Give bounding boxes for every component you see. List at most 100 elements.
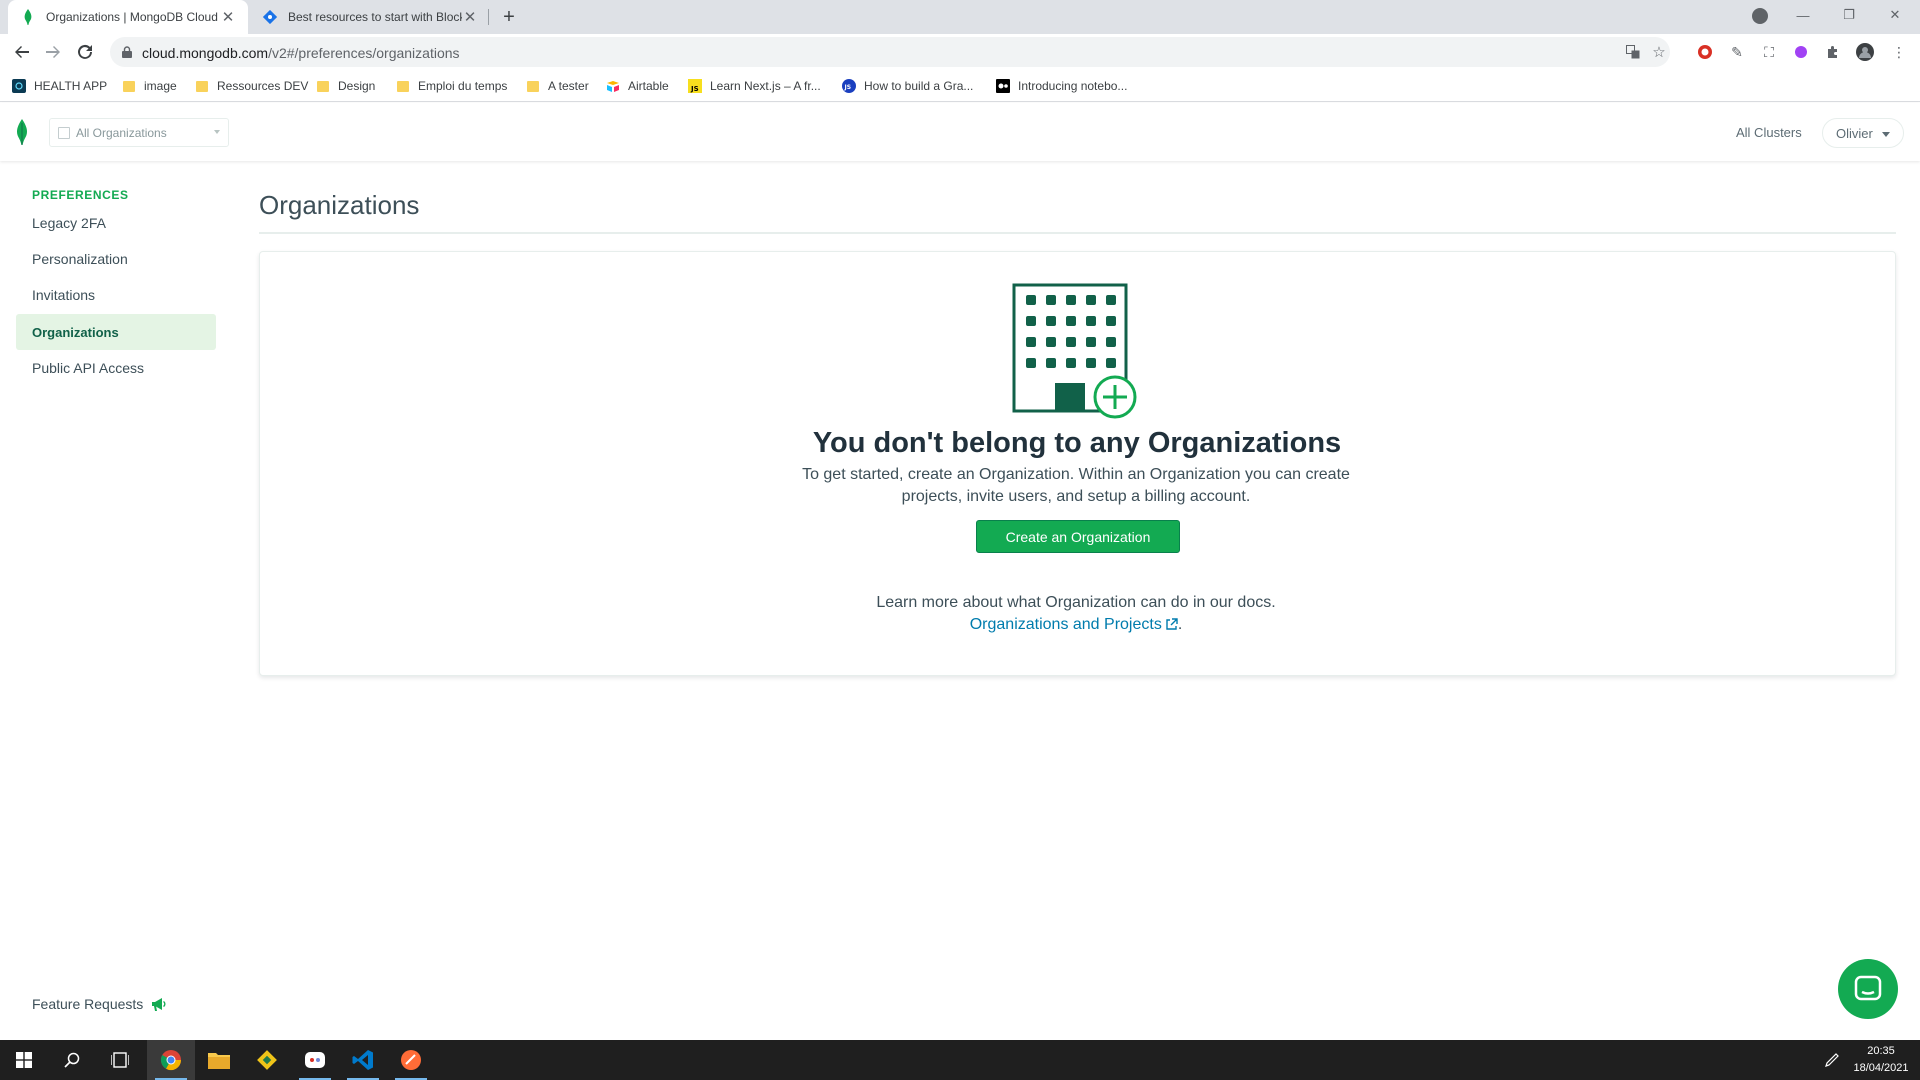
system-clock[interactable]: 20:35 18/04/2021 <box>1848 1043 1914 1077</box>
empty-state-description: To get started, create an Organization. … <box>802 466 1350 505</box>
svg-text:JS: JS <box>690 85 699 93</box>
clock-date: 18/04/2021 <box>1853 1062 1909 1074</box>
file-explorer-icon[interactable] <box>195 1040 243 1080</box>
all-clusters-link[interactable]: All Clusters <box>1736 125 1802 140</box>
organization-selector-label: All Organizations <box>76 125 167 140</box>
back-icon[interactable] <box>10 40 34 64</box>
tab-search-icon[interactable] <box>1752 8 1768 24</box>
title-divider <box>259 232 1896 234</box>
bookmark-item[interactable]: Design <box>316 77 375 95</box>
extensions-puzzle-icon[interactable] <box>1824 43 1842 61</box>
create-organization-button[interactable]: Create an Organization <box>976 520 1180 553</box>
tab-title: Best resources to start with Block <box>288 10 462 24</box>
bookmark-item[interactable]: Introducing notebo... <box>996 77 1127 95</box>
chevron-down-icon <box>1882 132 1890 137</box>
bookmark-star-icon[interactable]: ☆ <box>1650 43 1668 61</box>
tab-organizations[interactable]: Organizations | MongoDB Cloud ✕ <box>8 0 248 34</box>
folder-icon <box>122 79 136 93</box>
tab-title: Organizations | MongoDB Cloud <box>46 10 218 24</box>
app-icon <box>12 79 26 93</box>
mongodb-leaf-icon <box>20 9 36 25</box>
docs-help-suffix: . <box>1177 616 1183 633</box>
building-add-icon <box>1012 281 1152 421</box>
discord-icon[interactable] <box>291 1040 339 1080</box>
bookmark-item[interactable]: JS Learn Next.js – A fr... <box>688 77 821 95</box>
translate-icon[interactable] <box>1624 43 1642 61</box>
profile-avatar-icon[interactable] <box>1856 43 1874 61</box>
bookmark-item[interactable]: Emploi du temps <box>396 77 507 95</box>
chevron-down-icon <box>214 130 220 134</box>
docs-help-label: Learn more about what Organization can d… <box>876 594 1276 611</box>
docs-help-text: Learn more about what Organization can d… <box>796 592 1356 636</box>
postman-icon[interactable] <box>387 1040 435 1080</box>
megaphone-icon <box>151 997 166 1011</box>
folder-icon <box>316 79 330 93</box>
windows-start-icon[interactable] <box>0 1040 48 1080</box>
bookmark-item[interactable]: JS How to build a Gra... <box>842 77 973 95</box>
chrome-taskbar-icon[interactable] <box>147 1040 195 1080</box>
sidebar-item-personalization[interactable]: Personalization <box>16 241 216 277</box>
close-tab-icon[interactable]: ✕ <box>220 9 236 26</box>
sidebar-heading: PREFERENCES <box>32 188 129 202</box>
tab-best-resources[interactable]: Best resources to start with Block ✕ <box>250 0 490 34</box>
restore-icon[interactable]: ❐ <box>1826 0 1872 30</box>
gitkraken-icon[interactable] <box>243 1040 291 1080</box>
bookmark-item[interactable]: A tester <box>526 77 589 95</box>
minimize-icon[interactable]: — <box>1780 0 1826 30</box>
svg-text:JS: JS <box>844 84 852 91</box>
folder-icon <box>195 79 209 93</box>
page-title: Organizations <box>259 190 420 220</box>
pen-extension-icon[interactable]: ✎ <box>1728 43 1746 61</box>
bookmark-item[interactable]: Ressources DEV <box>195 77 308 95</box>
windows-taskbar: 20:35 18/04/2021 <box>0 1040 1920 1080</box>
user-name: Olivier <box>1836 125 1873 141</box>
chat-icon <box>1854 975 1882 1001</box>
blockchain-icon <box>262 9 278 25</box>
color-extension-icon[interactable] <box>1792 43 1810 61</box>
clock-time: 20:35 <box>1867 1045 1895 1057</box>
sidebar-item-organizations[interactable]: Organizations <box>16 314 216 350</box>
tab-separator <box>488 9 489 25</box>
folder-icon <box>526 79 540 93</box>
browser-toolbar: cloud.mongodb.com/v2#/preferences/organi… <box>0 34 1920 70</box>
browser-tab-strip: Organizations | MongoDB Cloud ✕ Best res… <box>0 0 1920 34</box>
forward-icon[interactable] <box>41 40 65 64</box>
search-icon[interactable] <box>48 1040 96 1080</box>
mongodb-logo-icon[interactable] <box>16 119 28 145</box>
sidebar-item-invitations[interactable]: Invitations <box>16 277 216 313</box>
bookmark-item[interactable]: HEALTH APP <box>12 77 107 95</box>
url-text: cloud.mongodb.com/v2#/preferences/organi… <box>142 45 460 61</box>
user-menu[interactable]: Olivier <box>1822 118 1904 148</box>
sidebar-item-legacy-2fa[interactable]: Legacy 2FA <box>16 205 216 241</box>
chat-launcher-button[interactable] <box>1838 959 1898 1019</box>
js-icon: JS <box>688 79 702 93</box>
lock-icon <box>122 46 132 58</box>
building-icon <box>58 126 70 139</box>
empty-state-title: You don't belong to any Organizations <box>812 427 1342 459</box>
bookmark-item[interactable]: image <box>122 77 177 95</box>
folder-icon <box>396 79 410 93</box>
external-link-icon <box>1165 618 1178 631</box>
organizations-and-projects-link[interactable]: Organizations and Projects <box>970 616 1178 633</box>
notebook-icon <box>996 79 1010 93</box>
browser-menu-icon[interactable]: ⋮ <box>1890 43 1908 61</box>
new-tab-button[interactable]: + <box>498 6 520 28</box>
bookmark-item[interactable]: Airtable <box>606 77 669 95</box>
sidebar-item-public-api-access[interactable]: Public API Access <box>16 350 216 386</box>
extension-red-icon[interactable] <box>1696 43 1714 61</box>
vscode-icon[interactable] <box>339 1040 387 1080</box>
address-bar[interactable]: cloud.mongodb.com/v2#/preferences/organi… <box>110 37 1670 67</box>
globe-icon: JS <box>842 79 856 93</box>
screenshot-extension-icon[interactable]: ⛶ <box>1760 43 1778 61</box>
organization-selector[interactable]: All Organizations <box>49 118 229 147</box>
task-view-icon[interactable] <box>96 1040 144 1080</box>
feature-requests-label: Feature Requests <box>32 996 144 1012</box>
app-top-nav: All Organizations All Clusters Olivier <box>0 103 1920 161</box>
close-tab-icon[interactable]: ✕ <box>462 9 478 26</box>
feature-requests-link[interactable]: Feature Requests <box>32 996 166 1012</box>
close-window-icon[interactable]: ✕ <box>1872 0 1918 30</box>
reload-icon[interactable] <box>73 40 97 64</box>
airtable-icon <box>606 79 620 93</box>
bookmarks-bar: HEALTH APP image Ressources DEV Design E… <box>0 70 1920 102</box>
preferences-sidebar: PREFERENCES Legacy 2FA Personalization I… <box>0 161 230 1040</box>
